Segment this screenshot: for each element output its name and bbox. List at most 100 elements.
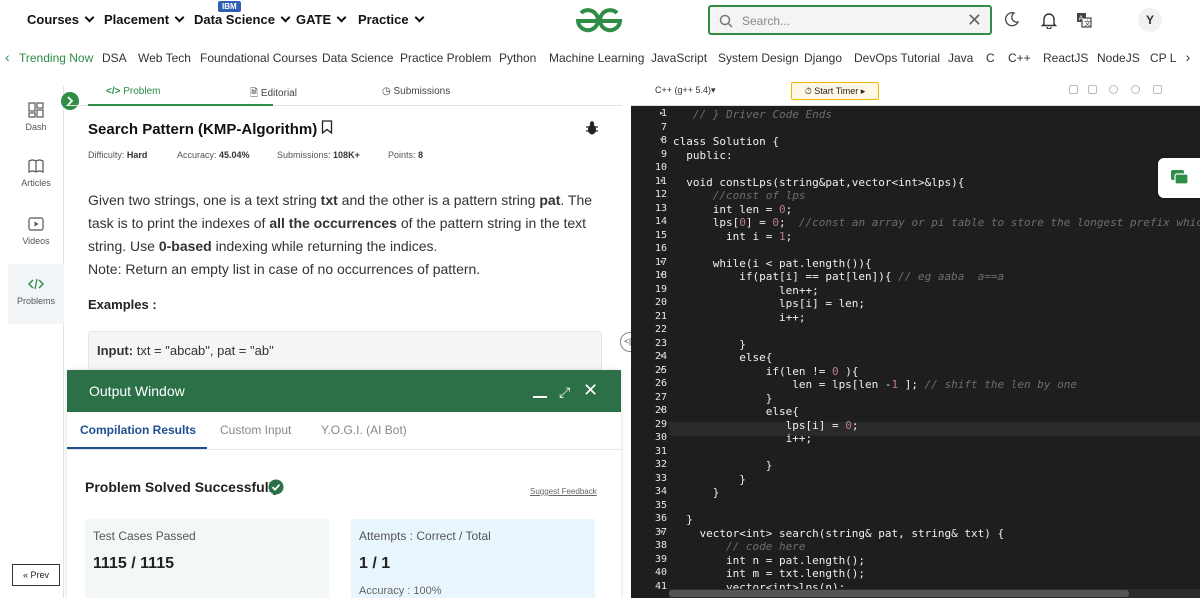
fullscreen-icon[interactable]: [1153, 85, 1162, 94]
trending-item[interactable]: Python: [499, 51, 536, 65]
card-value: 1115 / 1115: [93, 555, 174, 572]
tab-editorial[interactable]: 🗎 Editorial: [250, 86, 297, 103]
sidebar-item-dash[interactable]: Dash: [8, 102, 64, 132]
bug-report-icon[interactable]: [585, 120, 599, 136]
code-token: while(i < pat.length()){: [673, 256, 872, 270]
tab-custom-input[interactable]: Custom Input: [220, 423, 291, 437]
fold-icon[interactable]: ▾: [660, 528, 664, 536]
code-token: class Solution {: [673, 135, 779, 148]
notification-bell-icon[interactable]: [1041, 11, 1057, 29]
suggest-feedback-link[interactable]: Suggest Feedback: [530, 487, 597, 496]
card-label: Test Cases Passed: [93, 529, 196, 543]
minimize-icon[interactable]: [533, 380, 547, 398]
fold-icon[interactable]: ▾: [660, 258, 664, 266]
language-select[interactable]: C++ (g++ 5.4)▾: [655, 85, 716, 96]
fold-icon[interactable]: ▸: [660, 109, 664, 117]
code-token: 0: [772, 216, 779, 229]
clear-search-icon[interactable]: ✕: [967, 10, 982, 31]
fold-icon[interactable]: ▾: [660, 352, 664, 360]
trending-item[interactable]: ReactJS: [1043, 51, 1088, 65]
trending-item[interactable]: Java: [948, 51, 973, 65]
scrollbar-thumb[interactable]: [669, 590, 1129, 597]
trending-item[interactable]: Foundational Courses: [200, 51, 317, 65]
code-token: }: [673, 472, 746, 486]
line-number: 35: [654, 499, 667, 511]
desc-text: indexing while returning the indices.: [211, 238, 438, 254]
fold-icon[interactable]: ▾: [660, 271, 664, 279]
fold-icon[interactable]: ▾: [660, 406, 664, 414]
trending-item[interactable]: C++: [1008, 51, 1031, 65]
settings-icon[interactable]: [1109, 85, 1118, 94]
card-value: 1 / 1: [359, 555, 391, 572]
trending-item[interactable]: NodeJS: [1097, 51, 1140, 65]
code-line: len++;: [673, 284, 819, 297]
nav-courses[interactable]: Courses: [27, 12, 95, 27]
card-subtext: Accuracy : 100%: [359, 585, 442, 597]
line-number: 39: [654, 553, 667, 565]
problem-description: Given two strings, one is a text string …: [88, 189, 600, 281]
fold-icon[interactable]: ▾: [660, 366, 664, 374]
code-token: 0: [845, 418, 852, 432]
expand-icon[interactable]: ⤢: [559, 384, 570, 401]
reset-icon[interactable]: [1131, 85, 1140, 94]
geeksforgeeks-logo[interactable]: [574, 6, 624, 34]
nav-gate[interactable]: GATE: [296, 12, 347, 27]
trending-item[interactable]: DevOps Tutorial: [854, 51, 940, 65]
trending-item[interactable]: Machine Learning: [549, 51, 644, 65]
trending-item[interactable]: Practice Problem: [400, 51, 491, 65]
line-number: 36: [654, 513, 667, 524]
sidebar-item-videos[interactable]: Videos: [8, 216, 64, 246]
close-icon[interactable]: ✕: [583, 380, 598, 401]
nav-data-science[interactable]: Data Science: [194, 12, 291, 27]
trending-item[interactable]: DSA: [102, 51, 127, 65]
code-token: ;: [785, 202, 793, 216]
file-icon[interactable]: [1088, 85, 1097, 94]
nav-practice[interactable]: Practice: [358, 12, 425, 27]
tab-label: Problem: [123, 86, 161, 97]
horizontal-scrollbar[interactable]: [669, 589, 1200, 598]
problem-tabs: </> Problem 🗎 Editorial ◷ Submissions: [66, 78, 622, 106]
prev-problem-button[interactable]: « Prev: [12, 564, 60, 586]
copy-icon[interactable]: [1069, 85, 1078, 94]
code-line: void constLps(string&pat,vector<int>&lps…: [673, 176, 964, 189]
fold-icon[interactable]: ▾: [660, 136, 664, 144]
trending-item[interactable]: System Design: [718, 51, 799, 65]
code-token: vector<int> search(string& pat, string& …: [673, 526, 1005, 540]
code-token: lps[: [673, 216, 740, 229]
chevron-down-icon: [414, 12, 425, 23]
code-token: // eg aaba a==a: [898, 270, 1005, 283]
line-number: 32: [654, 459, 667, 470]
trending-now-link[interactable]: Trending Now: [19, 51, 93, 65]
tab-submissions[interactable]: ◷ Submissions: [382, 86, 450, 97]
line-number: 30: [654, 432, 667, 443]
trending-item[interactable]: Django: [804, 51, 842, 65]
user-avatar[interactable]: Y: [1138, 8, 1162, 32]
attempts-card: Attempts : Correct / Total 1 / 1 Accurac…: [351, 519, 595, 598]
dark-mode-icon[interactable]: [1004, 11, 1020, 27]
trending-item[interactable]: Data Science: [322, 51, 393, 65]
example-input-label: Input:: [97, 343, 134, 358]
difficulty-value: Hard: [126, 150, 148, 160]
sidebar-item-articles[interactable]: Articles: [8, 158, 64, 188]
tab-compilation-results[interactable]: Compilation Results: [80, 423, 196, 437]
nav-placement[interactable]: Placement: [104, 12, 185, 27]
trending-item[interactable]: C: [986, 51, 995, 65]
search-box[interactable]: Search... ✕: [708, 5, 992, 35]
code-line: lps[0] = 0; //const an array or pi table…: [673, 216, 1200, 229]
chevron-left-icon[interactable]: ‹: [5, 49, 10, 65]
chat-button[interactable]: [1158, 158, 1200, 198]
tab-yogi-ai-bot[interactable]: Y.O.G.I. (AI Bot): [321, 423, 407, 437]
bookmark-icon[interactable]: [321, 120, 333, 135]
points-label: Points:: [388, 150, 416, 160]
code-area[interactable]: // } Driver Code Ends class Solution { pu…: [669, 106, 1200, 598]
fold-icon[interactable]: ▾: [660, 177, 664, 185]
line-number: 13: [654, 202, 667, 214]
search-input[interactable]: Search...: [742, 14, 790, 28]
trending-item[interactable]: Web Tech: [138, 51, 191, 65]
chevron-right-icon[interactable]: ›: [1176, 45, 1200, 71]
trending-item[interactable]: JavaScript: [651, 51, 707, 65]
translate-icon[interactable]: A文: [1076, 12, 1092, 28]
tab-problem[interactable]: </> Problem: [106, 86, 161, 97]
sidebar-item-problems[interactable]: Problems: [8, 264, 64, 324]
start-timer-button[interactable]: ⏱ Start Timer ▸: [791, 82, 879, 100]
